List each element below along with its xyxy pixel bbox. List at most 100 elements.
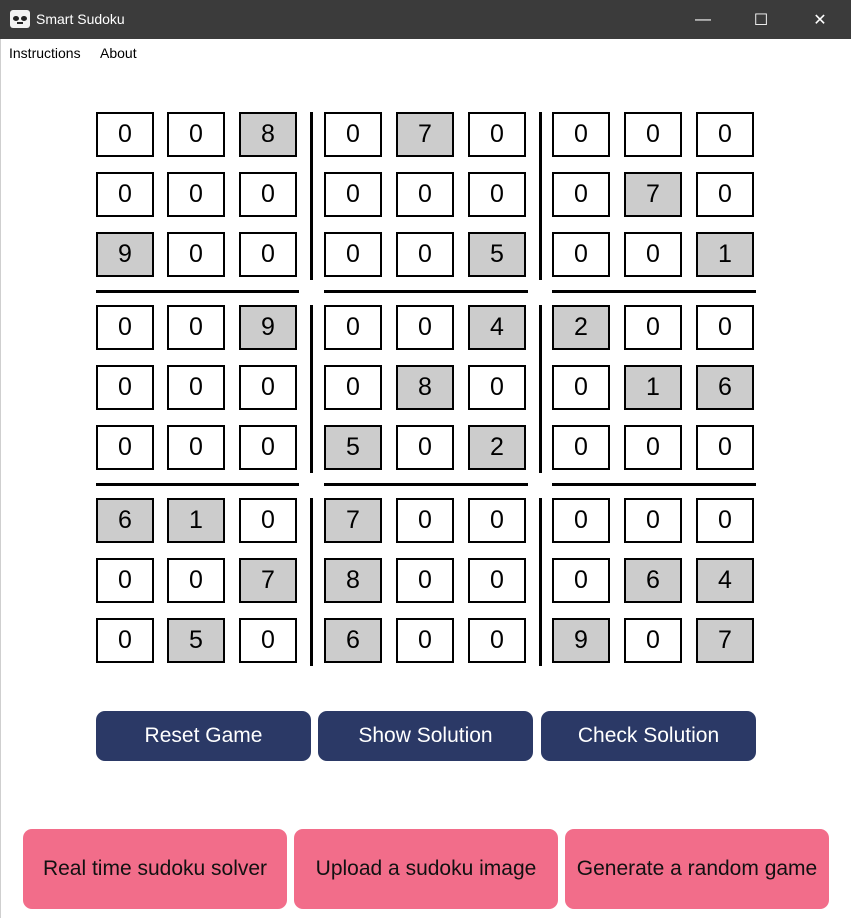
sudoku-cell[interactable]: 0: [624, 112, 682, 157]
reset-game-button[interactable]: Reset Game: [96, 711, 311, 761]
box-divider: [310, 305, 313, 473]
sudoku-cell[interactable]: 0: [468, 558, 526, 603]
sudoku-cell[interactable]: 0: [624, 305, 682, 350]
sudoku-cell[interactable]: 5: [468, 232, 526, 277]
sudoku-cell[interactable]: 0: [396, 305, 454, 350]
sudoku-cell[interactable]: 7: [239, 558, 297, 603]
sudoku-cell[interactable]: 0: [552, 498, 610, 543]
sudoku-cell[interactable]: 0: [624, 498, 682, 543]
sudoku-cell[interactable]: 1: [696, 232, 754, 277]
sudoku-cell[interactable]: 0: [552, 232, 610, 277]
sudoku-cell[interactable]: 0: [396, 172, 454, 217]
sudoku-cell[interactable]: 0: [96, 618, 154, 663]
sudoku-cell[interactable]: 0: [324, 305, 382, 350]
sudoku-cell[interactable]: 0: [167, 112, 225, 157]
sudoku-cell[interactable]: 0: [696, 305, 754, 350]
sudoku-cell[interactable]: 0: [96, 425, 154, 470]
sudoku-cell[interactable]: 9: [552, 618, 610, 663]
sudoku-cell[interactable]: 7: [324, 498, 382, 543]
realtime-solver-button[interactable]: Real time sudoku solver: [23, 829, 287, 909]
sudoku-cell[interactable]: 6: [624, 558, 682, 603]
sudoku-cell[interactable]: 0: [324, 365, 382, 410]
sudoku-cell[interactable]: 1: [167, 498, 225, 543]
sudoku-cell[interactable]: 0: [696, 112, 754, 157]
sudoku-cell[interactable]: 0: [396, 558, 454, 603]
sudoku-cell[interactable]: 0: [396, 425, 454, 470]
box-divider: [539, 498, 542, 666]
sudoku-cell[interactable]: 0: [167, 365, 225, 410]
show-solution-button[interactable]: Show Solution: [318, 711, 533, 761]
sudoku-cell[interactable]: 0: [167, 305, 225, 350]
sudoku-cell[interactable]: 4: [696, 558, 754, 603]
box-divider: [324, 290, 528, 293]
maximize-button[interactable]: ☐: [738, 0, 784, 39]
sudoku-cell[interactable]: 0: [239, 232, 297, 277]
box-divider: [310, 112, 313, 280]
sudoku-cell[interactable]: 2: [552, 305, 610, 350]
sudoku-cell[interactable]: 0: [696, 498, 754, 543]
sudoku-cell[interactable]: 6: [324, 618, 382, 663]
sudoku-cell[interactable]: 0: [96, 305, 154, 350]
sudoku-cell[interactable]: 8: [396, 365, 454, 410]
sudoku-cell[interactable]: 0: [239, 498, 297, 543]
sudoku-cell[interactable]: 5: [167, 618, 225, 663]
sudoku-cell[interactable]: 0: [468, 112, 526, 157]
menu-instructions[interactable]: Instructions: [9, 45, 81, 61]
menu-about[interactable]: About: [100, 45, 137, 61]
sudoku-cell[interactable]: 0: [552, 425, 610, 470]
window-border: [0, 39, 1, 918]
sudoku-cell[interactable]: 0: [324, 172, 382, 217]
sudoku-cell[interactable]: 7: [624, 172, 682, 217]
window-title: Smart Sudoku: [36, 11, 125, 27]
sudoku-cell[interactable]: 0: [167, 172, 225, 217]
box-divider: [552, 290, 756, 293]
sudoku-cell[interactable]: 0: [167, 425, 225, 470]
sudoku-cell[interactable]: 0: [624, 232, 682, 277]
sudoku-cell[interactable]: 9: [96, 232, 154, 277]
sudoku-cell[interactable]: 8: [239, 112, 297, 157]
sudoku-cell[interactable]: 0: [396, 618, 454, 663]
generate-random-button[interactable]: Generate a random game: [565, 829, 829, 909]
sudoku-cell[interactable]: 0: [468, 618, 526, 663]
sudoku-cell[interactable]: 0: [468, 172, 526, 217]
sudoku-cell[interactable]: 0: [239, 365, 297, 410]
sudoku-cell[interactable]: 6: [96, 498, 154, 543]
upload-image-button[interactable]: Upload a sudoku image: [294, 829, 558, 909]
sudoku-cell[interactable]: 0: [167, 232, 225, 277]
sudoku-cell[interactable]: 0: [624, 425, 682, 470]
sudoku-cell[interactable]: 4: [468, 305, 526, 350]
sudoku-cell[interactable]: 0: [468, 498, 526, 543]
sudoku-cell[interactable]: 0: [96, 365, 154, 410]
sudoku-cell[interactable]: 0: [239, 425, 297, 470]
check-solution-button[interactable]: Check Solution: [541, 711, 756, 761]
minimize-button[interactable]: —: [680, 0, 726, 39]
sudoku-cell[interactable]: 0: [624, 618, 682, 663]
sudoku-cell[interactable]: 0: [552, 172, 610, 217]
close-button[interactable]: ✕: [797, 0, 843, 39]
sudoku-cell[interactable]: 0: [696, 425, 754, 470]
sudoku-cell[interactable]: 0: [324, 232, 382, 277]
sudoku-cell[interactable]: 0: [324, 112, 382, 157]
sudoku-cell[interactable]: 8: [324, 558, 382, 603]
sudoku-cell[interactable]: 5: [324, 425, 382, 470]
sudoku-cell[interactable]: 0: [552, 558, 610, 603]
sudoku-cell[interactable]: 6: [696, 365, 754, 410]
sudoku-cell[interactable]: 0: [396, 498, 454, 543]
sudoku-cell[interactable]: 0: [239, 172, 297, 217]
sudoku-cell[interactable]: 7: [396, 112, 454, 157]
sudoku-cell[interactable]: 0: [468, 365, 526, 410]
sudoku-cell[interactable]: 0: [552, 365, 610, 410]
sudoku-cell[interactable]: 0: [239, 618, 297, 663]
sudoku-cell[interactable]: 0: [167, 558, 225, 603]
sudoku-cell[interactable]: 0: [552, 112, 610, 157]
sudoku-cell[interactable]: 0: [696, 172, 754, 217]
sudoku-cell[interactable]: 0: [96, 172, 154, 217]
sudoku-cell[interactable]: 2: [468, 425, 526, 470]
sudoku-cell[interactable]: 9: [239, 305, 297, 350]
sudoku-cell[interactable]: 0: [96, 112, 154, 157]
sudoku-cell[interactable]: 1: [624, 365, 682, 410]
sudoku-cell[interactable]: 0: [396, 232, 454, 277]
sudoku-cell[interactable]: 7: [696, 618, 754, 663]
sudoku-cell[interactable]: 0: [96, 558, 154, 603]
app-logo-icon: [10, 10, 30, 28]
